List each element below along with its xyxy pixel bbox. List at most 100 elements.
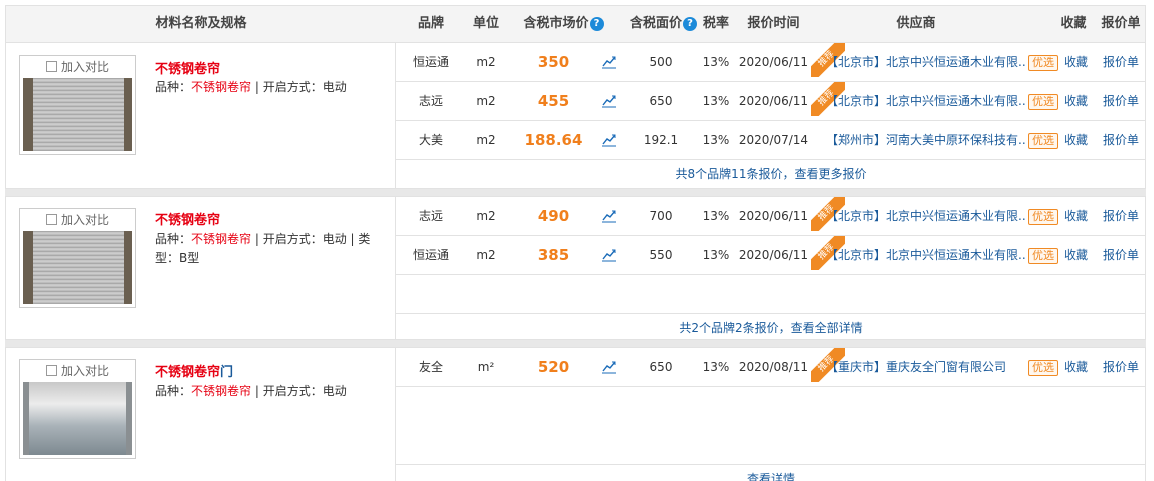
market-price: 455: [537, 92, 570, 110]
preferred-label: 优选: [1028, 248, 1058, 264]
help-icon[interactable]: ?: [683, 17, 697, 31]
preferred-label: 优选: [1028, 209, 1058, 225]
quote-sheet-link[interactable]: 报价单: [1101, 121, 1141, 159]
tax-rate: 13%: [702, 248, 730, 262]
product-block: 加入对比 不锈钢卷帘 品种：不锈钢卷帘 | 开启方式：电动 | 类型：B型 志远…: [5, 196, 1146, 340]
product-image-box: 加入对比: [19, 55, 136, 155]
supplier-link[interactable]: 【北京市】北京中兴恒运通木业有限...: [826, 82, 1026, 120]
quote-row: 志远 m2 490 700 13% 2020/06/11 推荐 【北京市】北京中…: [396, 197, 1146, 236]
compare-toggle[interactable]: 加入对比: [20, 209, 135, 231]
favorite-link[interactable]: 收藏: [1061, 82, 1091, 120]
header-face-price: 含税面价?: [621, 6, 706, 42]
brand-cell: 大美: [418, 133, 443, 147]
tax-rate: 13%: [702, 94, 730, 108]
market-price: 350: [537, 53, 570, 71]
spec-prefix: 品种：: [155, 80, 192, 94]
tax-rate: 13%: [702, 209, 730, 223]
unit-cell: m²: [477, 360, 495, 374]
brand-cell: 恒运通: [412, 55, 449, 69]
product-photo[interactable]: [23, 231, 132, 304]
preferred-badge: 优选: [1028, 197, 1058, 235]
trend-chart-icon[interactable]: [601, 94, 617, 108]
market-price: 520: [537, 358, 570, 376]
supplier-link[interactable]: 【北京市】北京中兴恒运通木业有限...: [826, 197, 1026, 235]
header-unit: 单位: [472, 16, 499, 31]
product-photo[interactable]: [23, 382, 132, 455]
product-block: 加入对比 不锈钢卷帘 品种：不锈钢卷帘 | 开启方式：电动 恒运通 m2 350…: [5, 43, 1146, 189]
supplier-link[interactable]: 【北京市】北京中兴恒运通木业有限...: [826, 236, 1026, 274]
block-separator: [5, 189, 1146, 196]
product-photo[interactable]: [23, 78, 132, 151]
trend-chart-icon[interactable]: [601, 133, 617, 147]
unit-cell: m2: [476, 248, 496, 262]
tax-rate: 13%: [702, 360, 730, 374]
quote-date: 2020/06/11: [738, 55, 809, 69]
quote-date: 2020/06/11: [738, 209, 809, 223]
product-name-text: 不锈钢卷帘: [155, 365, 221, 380]
market-price: 188.64: [524, 131, 583, 149]
compare-label: 加入对比: [60, 60, 109, 74]
quote-row: 友全 m² 520 650 13% 2020/08/11 推荐 【重庆市】重庆友…: [396, 348, 1146, 387]
product-name-text: 不锈钢卷帘: [155, 62, 221, 77]
quote-sheet-link[interactable]: 报价单: [1101, 197, 1141, 235]
compare-label: 加入对比: [60, 364, 109, 378]
header-supplier: 供应商: [896, 16, 936, 31]
block-separator: [5, 340, 1146, 347]
brand-cell: 志远: [418, 209, 443, 223]
unit-cell: m2: [476, 55, 496, 69]
view-details-link[interactable]: 查看详情: [396, 464, 1146, 481]
favorite-link[interactable]: 收藏: [1061, 236, 1091, 274]
quote-sheet-link[interactable]: 报价单: [1101, 236, 1141, 274]
more-quotes-link[interactable]: 共8个品牌11条报价，查看更多报价: [396, 160, 1146, 188]
supplier-link[interactable]: 【北京市】北京中兴恒运通木业有限...: [826, 43, 1026, 81]
favorite-link[interactable]: 收藏: [1061, 348, 1091, 386]
favorite-link[interactable]: 收藏: [1061, 43, 1091, 81]
header-market-price: 含税市场价?: [506, 6, 621, 42]
favorite-link[interactable]: 收藏: [1061, 121, 1091, 159]
trend-chart-icon[interactable]: [601, 360, 617, 374]
market-price: 490: [537, 207, 570, 225]
compare-label: 加入对比: [60, 213, 109, 227]
compare-checkbox[interactable]: [45, 365, 57, 376]
compare-toggle[interactable]: 加入对比: [20, 56, 135, 78]
face-price: 192.1: [643, 133, 679, 147]
face-price: 700: [649, 209, 673, 223]
supplier-link[interactable]: 【重庆市】重庆友全门窗有限公司: [826, 348, 1026, 386]
product-image-box: 加入对比: [19, 359, 136, 459]
header-quote-sheet: 报价单: [1101, 16, 1141, 31]
product-name[interactable]: 不锈钢卷帘门: [155, 361, 233, 380]
trend-chart-icon[interactable]: [601, 55, 617, 69]
trend-chart-icon[interactable]: [601, 248, 617, 262]
trend-chart-icon[interactable]: [601, 209, 617, 223]
quote-date: 2020/06/11: [738, 248, 809, 262]
tax-rate: 13%: [702, 55, 730, 69]
product-name[interactable]: 不锈钢卷帘: [155, 58, 220, 77]
spec-rest: | 开启方式：电动: [251, 80, 347, 94]
quote-sheet-link[interactable]: 报价单: [1101, 43, 1141, 81]
compare-checkbox[interactable]: [45, 61, 57, 72]
brand-cell: 恒运通: [412, 248, 449, 262]
product-name[interactable]: 不锈钢卷帘: [155, 209, 220, 228]
market-price: 385: [537, 246, 570, 264]
spec-variety: 不锈钢卷帘: [191, 80, 252, 94]
quote-sheet-link[interactable]: 报价单: [1101, 82, 1141, 120]
preferred-label: 优选: [1028, 55, 1058, 71]
favorite-link[interactable]: 收藏: [1061, 197, 1091, 235]
unit-cell: m2: [476, 133, 496, 147]
preferred-badge: 优选: [1028, 236, 1058, 274]
quote-row: 恒运通 m2 385 550 13% 2020/06/11 推荐 【北京市】北京…: [396, 236, 1146, 275]
compare-checkbox[interactable]: [45, 214, 57, 225]
tax-rate: 13%: [702, 133, 730, 147]
product-name-suffix: 门: [220, 365, 234, 380]
supplier-link[interactable]: 【郑州市】河南大美中原环保科技有...: [826, 121, 1026, 159]
spec-prefix: 品种：: [155, 232, 192, 246]
compare-toggle[interactable]: 加入对比: [20, 360, 135, 382]
quote-sheet-link[interactable]: 报价单: [1101, 348, 1141, 386]
table-header: 材料名称及规格 品牌 单位 含税市场价? 含税面价? 税率 报价时间 供应商 收…: [5, 5, 1146, 43]
preferred-badge: 优选: [1028, 82, 1058, 120]
help-icon[interactable]: ?: [589, 17, 604, 31]
spec-rest: | 开启方式：电动: [251, 384, 347, 398]
header-quote-time: 报价时间: [747, 16, 800, 31]
more-quotes-link[interactable]: 共2个品牌2条报价，查看全部详情: [396, 313, 1146, 341]
quote-date: 2020/07/14: [738, 133, 809, 147]
